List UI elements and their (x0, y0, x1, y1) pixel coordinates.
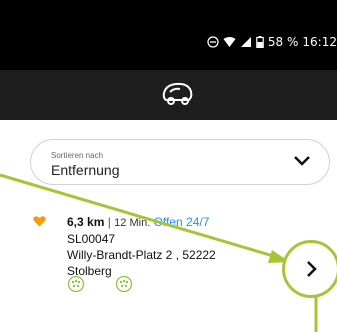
sort-caption: Sortieren nach (51, 151, 104, 160)
station-meta-line: 6,3 km | 12 Min. Offen 24/7 (67, 214, 216, 231)
station-drive-time: 12 Min. (114, 217, 151, 229)
battery-percent: 58 % (267, 35, 299, 49)
connector-list (67, 275, 133, 293)
station-address: Willy-Brandt-Platz 2 , 52222 (67, 248, 216, 262)
signal-icon (240, 37, 251, 47)
heart-icon[interactable] (33, 215, 46, 227)
station-distance: 6,3 km (67, 215, 105, 229)
status-icons: 58 % 16:12 (207, 34, 337, 50)
chevron-right-icon (307, 261, 317, 277)
station-detail-button[interactable] (282, 240, 337, 298)
electric-car-icon (162, 82, 193, 105)
separator: | (107, 215, 111, 229)
chevron-down-icon (294, 156, 310, 166)
sort-select[interactable]: Sortieren nach Entfernung (30, 139, 330, 185)
station-info: 6,3 km | 12 Min. Offen 24/7 SL00047 Will… (67, 214, 216, 279)
wifi-icon (223, 37, 236, 47)
station-availability: Offen 24/7 (153, 215, 210, 229)
status-bar: 58 % 16:12 (0, 0, 337, 70)
sort-value: Entfernung (51, 162, 120, 178)
clock: 16:12 (302, 35, 337, 49)
battery-icon (256, 36, 264, 48)
plug-type2-icon (115, 275, 133, 293)
do-not-disturb-icon (207, 36, 219, 48)
plug-type2-icon (67, 275, 85, 293)
station-id: SL00047 (67, 232, 116, 246)
app-bar (0, 70, 337, 120)
